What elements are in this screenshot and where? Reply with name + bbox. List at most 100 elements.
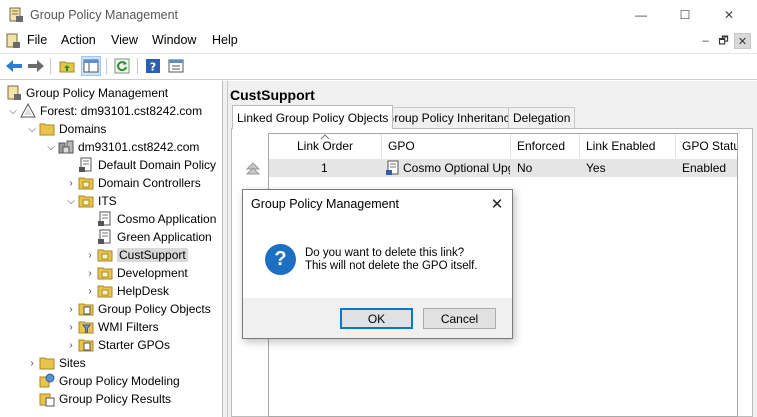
expand-chevron-icon[interactable]: › <box>64 300 78 318</box>
tree-item-domain[interactable]: ⌵ dm93101.cst8242.com <box>44 138 199 156</box>
gpmc-app-icon <box>9 7 23 22</box>
tree-item-label: Starter GPOs <box>98 338 171 352</box>
column-header-gpo[interactable]: GPO <box>382 134 511 158</box>
tree-item-its[interactable]: ⌵ ITS <box>64 192 116 210</box>
mdi-minimize-button[interactable]: – <box>697 33 714 49</box>
tree-item-domain-controllers[interactable]: › Domain Controllers <box>64 174 201 192</box>
column-header-enforced[interactable]: Enforced <box>511 134 580 158</box>
menu-view[interactable]: View <box>111 33 138 47</box>
collapse-chevron-icon[interactable]: ⌵ <box>6 102 20 120</box>
forward-button[interactable] <box>26 56 46 76</box>
collapse-chevron-icon[interactable]: ⌵ <box>64 192 78 210</box>
tab-linked-gpos[interactable]: Linked Group Policy Objects <box>232 105 394 129</box>
menu-action[interactable]: Action <box>61 33 96 47</box>
cell-link-enabled: Yes <box>586 161 606 175</box>
modeling-icon <box>39 373 55 388</box>
up-one-level-button[interactable] <box>57 56 77 76</box>
tree-item-label: Group Policy Modeling <box>59 374 180 388</box>
up-folder-icon <box>59 61 75 73</box>
move-link-up-button[interactable] <box>244 160 261 177</box>
question-icon: ? <box>265 244 296 275</box>
expand-chevron-icon[interactable]: › <box>83 264 97 282</box>
mdi-close-button[interactable]: ✕ <box>734 33 751 49</box>
ok-button[interactable]: OK <box>340 308 413 329</box>
tree-item-wmi-filters[interactable]: › WMI Filters <box>64 318 159 336</box>
close-window-button[interactable]: ✕ <box>706 0 752 30</box>
cell-gpo-status: Enabled <box>682 161 727 175</box>
cell-link-order: 1 <box>321 161 328 175</box>
console-menu-icon[interactable] <box>5 33 21 49</box>
tree-item-group-policy-results[interactable]: Group Policy Results <box>25 390 171 408</box>
collapse-chevron-icon[interactable]: ⌵ <box>25 120 39 138</box>
dialog-message-line: This will not delete the GPO itself. <box>305 260 478 272</box>
tree-item-green-application[interactable]: Green Application <box>83 228 212 246</box>
back-button[interactable] <box>4 56 24 76</box>
back-arrow-icon <box>6 60 22 72</box>
expand-chevron-icon[interactable]: › <box>83 246 97 264</box>
tree-item-cosmo-application[interactable]: Cosmo Application <box>83 210 216 228</box>
toolbar-separator <box>137 58 138 74</box>
tab-delegation[interactable]: Delegation <box>508 107 576 128</box>
tree-item-custsupport[interactable]: › CustSupport <box>83 246 188 264</box>
cancel-button[interactable]: Cancel <box>423 308 496 329</box>
ou-folder-icon <box>78 195 94 208</box>
tree-item-domains[interactable]: ⌵ Domains <box>25 120 106 138</box>
dialog-title: Group Policy Management <box>251 197 399 211</box>
folder-icon <box>39 123 55 136</box>
tree-item-group-policy-modeling[interactable]: Group Policy Modeling <box>25 372 180 390</box>
tree-item-group-policy-objects[interactable]: › Group Policy Objects <box>64 300 210 318</box>
tree-item-development[interactable]: › Development <box>83 264 187 282</box>
column-header-link-enabled[interactable]: Link Enabled <box>580 134 676 158</box>
column-header-label: Enforced <box>517 139 566 153</box>
dialog-message-line: Do you want to delete this link? <box>305 247 465 259</box>
tree-item-sites[interactable]: › Sites <box>25 354 86 372</box>
tree-item-label: Default Domain Policy <box>98 158 217 172</box>
window-title: Group Policy Management <box>30 8 178 22</box>
tree-item-label: WMI Filters <box>98 320 159 334</box>
properties-button[interactable] <box>166 56 186 76</box>
ou-folder-icon <box>97 249 113 262</box>
tree-item-label: Sites <box>59 356 86 370</box>
show-hide-tree-icon <box>83 59 99 73</box>
gpo-link-icon <box>98 211 111 226</box>
toolbar-separator <box>50 58 51 74</box>
gpo-folder-icon <box>78 339 94 352</box>
tree-item-forest[interactable]: ⌵ Forest: dm93101.cst8242.com <box>6 102 202 120</box>
gpo-icon <box>386 160 399 175</box>
confirm-delete-link-dialog: Group Policy Management ✕ ? Do you want … <box>242 189 513 339</box>
tree-item-starter-gpos[interactable]: › Starter GPOs <box>64 336 170 354</box>
collapse-chevron-icon[interactable]: ⌵ <box>44 138 58 156</box>
expand-chevron-icon[interactable]: › <box>64 336 78 354</box>
refresh-button[interactable] <box>112 56 132 76</box>
minimize-button[interactable]: — <box>618 0 664 30</box>
expand-chevron-icon[interactable]: › <box>83 282 97 300</box>
results-icon <box>39 393 55 407</box>
tree-item-default-domain-policy[interactable]: Default Domain Policy <box>64 156 216 174</box>
show-hide-tree-button[interactable] <box>81 56 101 76</box>
tree-item-helpdesk[interactable]: › HelpDesk <box>83 282 169 300</box>
menu-file[interactable]: File <box>27 33 47 47</box>
maximize-button[interactable]: ☐ <box>662 0 708 30</box>
column-header-gpo-status[interactable]: GPO Status <box>676 134 737 158</box>
expand-chevron-icon[interactable]: › <box>64 174 78 192</box>
tree-item-gpmc-root[interactable]: Group Policy Management <box>6 84 168 102</box>
column-header-label: Link Order <box>296 139 354 153</box>
properties-icon <box>168 59 184 73</box>
expand-chevron-icon[interactable]: › <box>25 354 39 372</box>
mdi-restore-button[interactable]: 🗗 <box>715 33 732 49</box>
tree-item-label: Domain Controllers <box>98 176 201 190</box>
dialog-close-button[interactable]: ✕ <box>487 194 507 214</box>
forward-arrow-icon <box>28 60 44 72</box>
tab-inheritance[interactable]: Group Policy Inheritance <box>380 107 522 128</box>
menu-window[interactable]: Window <box>152 33 196 47</box>
menu-help[interactable]: Help <box>212 33 238 47</box>
filter-folder-icon <box>78 321 94 334</box>
dialog-body: ? Do you want to delete this link? This … <box>243 218 512 298</box>
tree-item-label: Forest: dm93101.cst8242.com <box>40 104 203 118</box>
gpmc-icon <box>7 85 21 100</box>
tree-item-label: CustSupport <box>117 248 188 262</box>
cell-gpo-name[interactable]: Cosmo Optional Upg... <box>403 160 510 176</box>
expand-chevron-icon[interactable]: › <box>64 318 78 336</box>
sort-ascending-icon <box>320 134 330 140</box>
help-button[interactable]: ? <box>143 56 163 76</box>
